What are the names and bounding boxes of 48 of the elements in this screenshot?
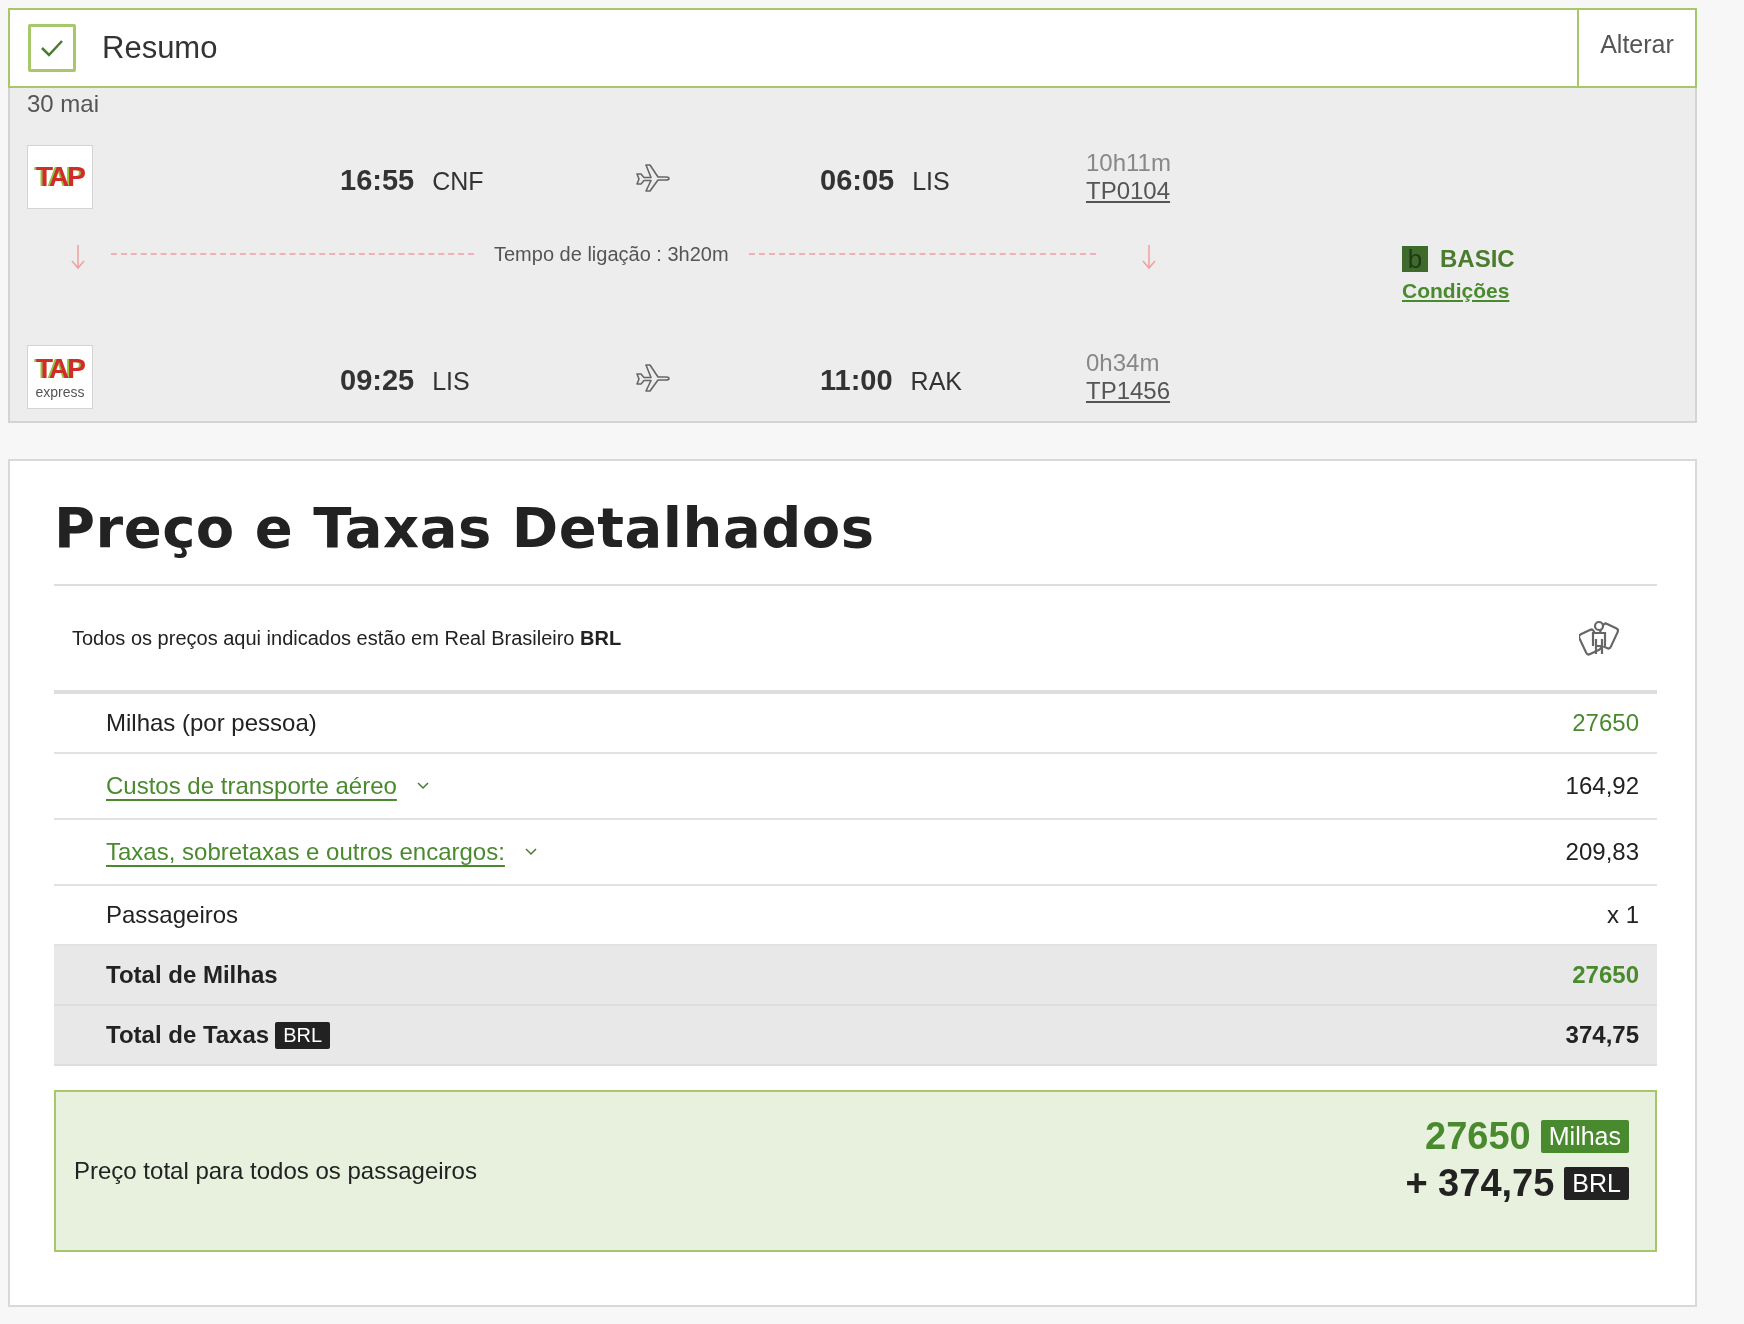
down-arrow-icon bbox=[71, 244, 85, 270]
down-arrow-icon bbox=[1141, 244, 1156, 270]
arrival-time: 11:00 bbox=[820, 363, 893, 397]
miles-tag: Milhas bbox=[1540, 1120, 1629, 1153]
checkmark-icon bbox=[39, 38, 65, 58]
total-miles: 27650 bbox=[1424, 1115, 1531, 1158]
currency-tag: BRL bbox=[1564, 1167, 1629, 1200]
row-value: 27650 bbox=[1572, 961, 1639, 989]
total-price-label: Preço total para todos os passageiros bbox=[74, 1157, 477, 1185]
arrival-time: 06:05 bbox=[820, 163, 895, 197]
departure-time: 16:55 bbox=[340, 163, 415, 197]
row-value: 209,83 bbox=[1565, 838, 1639, 866]
section-title: Resumo bbox=[102, 30, 219, 66]
row-value: 374,75 bbox=[1565, 1021, 1639, 1049]
person-cards-icon bbox=[1579, 619, 1619, 657]
flight-duration: 10h11m bbox=[1086, 149, 1172, 177]
total-amount: + 374,75 bbox=[1404, 1162, 1555, 1205]
currency-note: Todos os preços aqui indicados estão em Real Brasileiro BRL bbox=[72, 626, 622, 650]
flight-duration: 0h34m bbox=[1086, 349, 1161, 377]
row-value: 164,92 bbox=[1565, 772, 1639, 800]
chevron-icon[interactable] bbox=[416, 782, 429, 790]
flight-date: 30 mai bbox=[27, 89, 101, 119]
expand-link[interactable]: Taxas, sobretaxas e outros encargos: bbox=[106, 838, 505, 866]
row-label: Milhas (por pessoa) bbox=[106, 709, 317, 737]
departure-airport: LIS bbox=[432, 366, 470, 396]
departure-time: 09:25 bbox=[340, 363, 415, 397]
row-label: Passageiros bbox=[106, 901, 239, 929]
conditions-link[interactable]: Condições bbox=[1402, 279, 1510, 303]
airline-logo: TAP express bbox=[27, 345, 93, 409]
row-value: 27650 bbox=[1572, 709, 1639, 737]
row-label: Total de Taxas bbox=[106, 1021, 270, 1049]
arrival-airport: RAK bbox=[910, 366, 962, 396]
currency-tag: BRL bbox=[275, 1021, 331, 1049]
airline-logo: TAP bbox=[27, 145, 93, 209]
connection-time: Tempo de ligação : 3h20m bbox=[493, 242, 730, 266]
airplane-icon bbox=[635, 361, 671, 393]
expand-link[interactable]: Custos de transporte aéreo bbox=[106, 772, 397, 800]
chevron-icon[interactable] bbox=[524, 848, 537, 856]
fare-name: BASIC bbox=[1440, 245, 1515, 273]
arrival-airport: LIS bbox=[912, 166, 950, 196]
flight-number-link[interactable]: TP1456 bbox=[1086, 377, 1402, 405]
price-title: Preço e Taxas Detalhados bbox=[54, 461, 1657, 586]
row-value: x 1 bbox=[1607, 901, 1639, 929]
departure-airport: CNF bbox=[432, 166, 484, 196]
airplane-icon bbox=[635, 161, 671, 193]
checkbox[interactable] bbox=[28, 24, 76, 72]
row-label: Total de Milhas bbox=[106, 961, 278, 989]
flight-number-link[interactable]: TP0104 bbox=[1086, 177, 1402, 205]
